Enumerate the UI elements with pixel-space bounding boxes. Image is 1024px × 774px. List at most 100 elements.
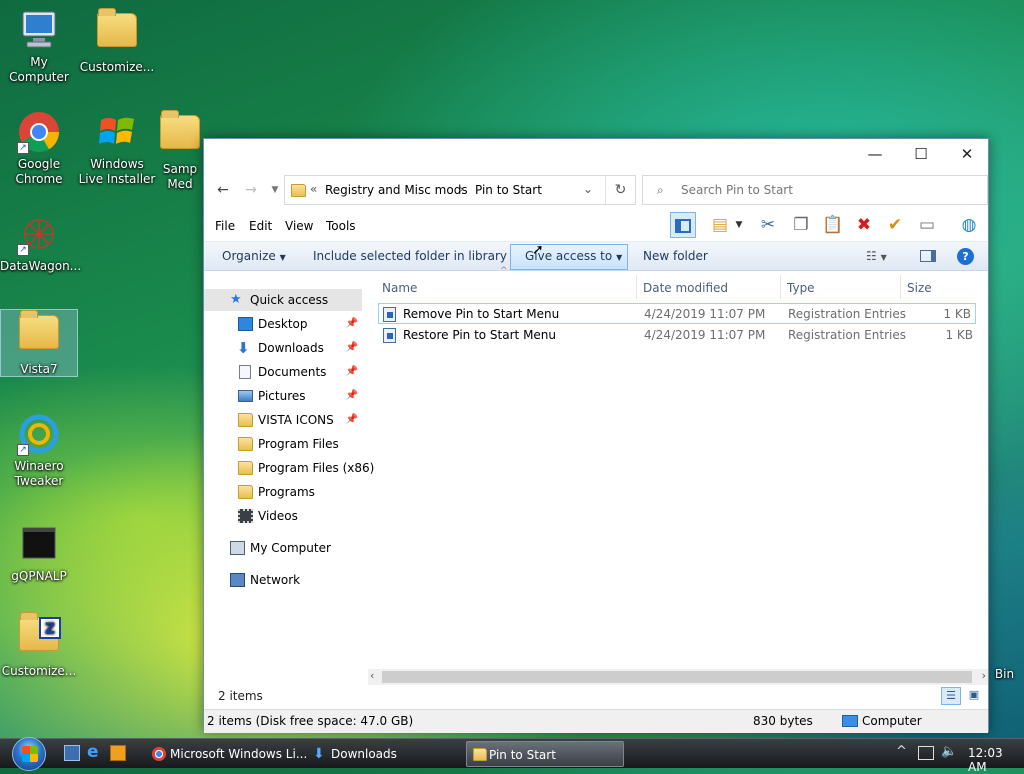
internet-explorer-icon[interactable]: e: [87, 742, 103, 762]
select-button[interactable]: ▭: [914, 212, 940, 238]
scrollbar-thumb[interactable]: [382, 671, 972, 683]
column-header-type[interactable]: Type: [787, 281, 815, 295]
pin-icon[interactable]: 📌: [346, 337, 358, 359]
chevron-down-icon: ▼: [880, 253, 887, 262]
pin-icon[interactable]: 📌: [346, 361, 358, 383]
desktop-icon-vista7[interactable]: Vista7: [0, 309, 78, 377]
desktop-icon-gqpnalp[interactable]: gQPNALP: [0, 522, 78, 584]
scroll-left-icon[interactable]: ‹: [370, 669, 374, 682]
nav-item-programs[interactable]: Programs: [204, 481, 362, 503]
minimize-button[interactable]: —: [852, 139, 898, 169]
tray-expand-icon[interactable]: ^: [896, 744, 907, 759]
globe-icon: ◍: [961, 215, 977, 235]
breadcrumb-registry-and-misc-mods[interactable]: Registry and Misc mods: [325, 183, 468, 197]
title-bar[interactable]: — ☐ ✕: [204, 139, 988, 171]
network-tray-icon[interactable]: [918, 746, 934, 760]
details-view-button[interactable]: ☰: [941, 687, 961, 705]
pin-icon[interactable]: 📌: [346, 385, 358, 407]
nav-network[interactable]: Network: [204, 569, 362, 591]
cut-button[interactable]: ✂: [755, 212, 781, 238]
recent-locations-button[interactable]: ▼: [264, 179, 286, 201]
breadcrumb-separator-icon[interactable]: ›: [459, 182, 464, 196]
back-button[interactable]: ←: [212, 179, 234, 201]
properties-dropdown[interactable]: ▼: [732, 212, 746, 238]
show-desktop-icon[interactable]: [64, 745, 80, 761]
preview-pane-button[interactable]: [670, 212, 696, 238]
column-divider[interactable]: [780, 275, 781, 299]
horizontal-scrollbar[interactable]: ‹ ›: [368, 669, 988, 685]
desktop-icon-datawagon[interactable]: ↗ DataWagon...: [0, 212, 81, 274]
nav-label: Videos: [258, 509, 298, 523]
nav-item-vista-icons[interactable]: VISTA ICONS 📌: [204, 409, 362, 431]
column-header-size[interactable]: Size: [907, 281, 932, 295]
folder-icon: [158, 110, 202, 159]
nav-item-downloads[interactable]: ⬇ Downloads 📌: [204, 337, 362, 359]
nav-quick-access[interactable]: ★ Quick access: [204, 289, 362, 311]
nav-item-program-files[interactable]: Program Files: [204, 433, 362, 455]
breadcrumb-pin-to-start[interactable]: Pin to Start: [475, 183, 542, 197]
organize-label: Organize: [222, 249, 276, 263]
address-overflow-icon[interactable]: «: [310, 182, 317, 196]
nav-label: Documents: [258, 365, 327, 379]
preview-pane-toggle[interactable]: [920, 250, 936, 262]
sort-indicator-icon: ^: [500, 266, 508, 276]
nav-item-documents[interactable]: Documents 📌: [204, 361, 362, 383]
refresh-icon[interactable]: ↻: [605, 176, 635, 204]
desktop-icon-samp-med[interactable]: Samp Med: [156, 110, 204, 192]
address-dropdown-icon[interactable]: ⌄: [583, 182, 593, 196]
computer-icon: [842, 715, 858, 727]
computer-icon: [17, 8, 61, 52]
desktop-icon-winaero-tweaker[interactable]: ↗ Winaero Tweaker: [0, 412, 78, 489]
rename-button[interactable]: ✔: [882, 212, 908, 238]
maximize-button[interactable]: ☐: [898, 139, 944, 169]
large-icons-view-button[interactable]: ▣: [964, 687, 984, 705]
address-bar[interactable]: « Registry and Misc mods › Pin to Start …: [284, 175, 636, 205]
clock[interactable]: 12:03 AM: [968, 746, 1024, 774]
nav-item-desktop[interactable]: Desktop 📌: [204, 313, 362, 335]
column-divider[interactable]: [636, 275, 637, 299]
change-view-button[interactable]: ☷ ▼: [866, 249, 887, 263]
file-row[interactable]: Restore Pin to Start Menu 4/24/2019 11:0…: [378, 325, 976, 346]
nav-item-program-files-x86[interactable]: Program Files (x86): [204, 457, 374, 479]
copy-button[interactable]: ❐: [788, 212, 814, 238]
menu-view[interactable]: View: [285, 219, 313, 233]
help-button[interactable]: ?: [957, 248, 974, 265]
menu-file[interactable]: File: [215, 219, 235, 233]
nav-my-computer[interactable]: My Computer: [204, 537, 362, 559]
paste-button[interactable]: 📋: [820, 212, 846, 238]
desktop-icon-recycle-bin[interactable]: Bin: [985, 620, 1024, 682]
taskbar-button-downloads[interactable]: ⬇ Downloads: [309, 741, 459, 767]
include-in-library-button[interactable]: Include selected folder in library ▼: [313, 249, 517, 263]
column-divider[interactable]: [900, 275, 901, 299]
new-folder-button[interactable]: New folder: [643, 249, 708, 263]
column-header-date-modified[interactable]: Date modified: [643, 281, 728, 295]
desktop-icon-customize-1[interactable]: Customize...: [78, 8, 156, 75]
pin-icon[interactable]: 📌: [346, 409, 358, 431]
menu-tools[interactable]: Tools: [326, 219, 356, 233]
file-row[interactable]: Remove Pin to Start Menu 4/24/2019 11:07…: [378, 303, 976, 324]
scroll-right-icon[interactable]: ›: [982, 669, 986, 682]
menu-edit[interactable]: Edit: [249, 219, 272, 233]
delete-button[interactable]: ✖: [851, 212, 877, 238]
nav-item-pictures[interactable]: Pictures 📌: [204, 385, 362, 407]
organize-button[interactable]: Organize ▼: [222, 249, 286, 263]
search-input[interactable]: ⌕ Search Pin to Start: [642, 175, 988, 205]
taskbar-button-pin-to-start[interactable]: Pin to Start: [466, 741, 624, 767]
pin-icon[interactable]: 📌: [346, 313, 358, 335]
start-button[interactable]: [12, 737, 46, 771]
properties-button[interactable]: ▤: [707, 212, 733, 238]
folder-icon: [238, 437, 253, 451]
globe-button[interactable]: ◍: [956, 212, 982, 238]
column-header-name[interactable]: Name: [382, 281, 417, 295]
desktop-icon-google-chrome[interactable]: ↗ Google Chrome: [0, 110, 78, 187]
volume-icon[interactable]: 🔈: [941, 744, 957, 759]
close-button[interactable]: ✕: [944, 139, 990, 169]
desktop-icon-my-computer[interactable]: My Computer: [0, 8, 78, 85]
media-player-icon[interactable]: [110, 745, 126, 761]
mouse-cursor-icon: ➚: [532, 242, 544, 258]
desktop-icon-windows-live-installer[interactable]: Windows Live Installer: [78, 110, 156, 187]
desktop-icon-customize-2[interactable]: Z Customize...: [0, 612, 78, 679]
taskbar-button-windows-live[interactable]: Microsoft Windows Li...: [148, 741, 307, 767]
nav-item-videos[interactable]: Videos: [204, 505, 362, 527]
forward-button[interactable]: →: [240, 179, 262, 201]
